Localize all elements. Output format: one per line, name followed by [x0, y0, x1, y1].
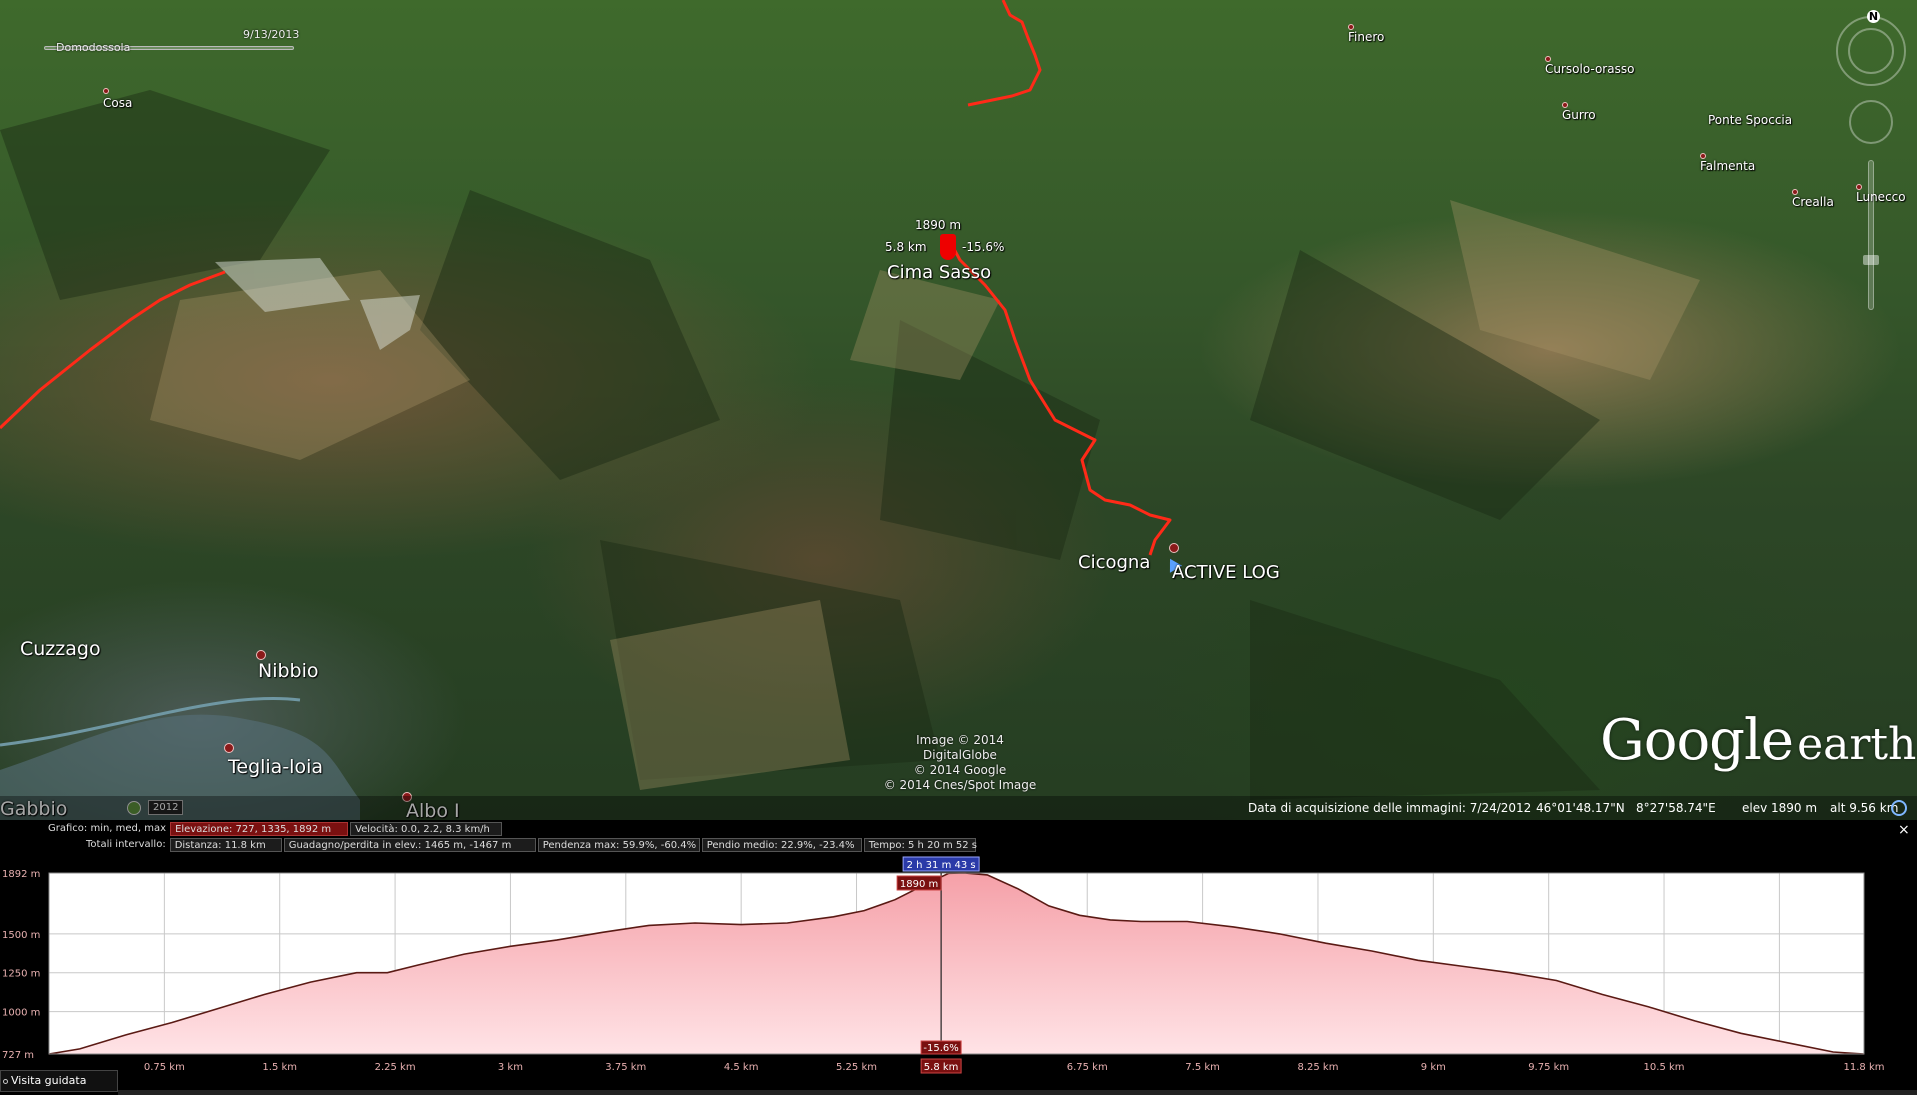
place-pin-icon	[1792, 189, 1798, 195]
place-pin-icon	[1545, 56, 1551, 62]
navigation-controls[interactable]: N	[1836, 10, 1908, 350]
place-cosa[interactable]: Cosa	[103, 88, 132, 110]
x-tick-label: 1.5 km	[262, 1062, 297, 1073]
x-tick-label: 9.75 km	[1528, 1062, 1569, 1073]
north-icon[interactable]: N	[1867, 10, 1880, 23]
y-tick-label: 727 m	[2, 1050, 34, 1061]
active-log-label[interactable]: ACTIVE LOG	[1172, 562, 1280, 583]
x-tick-label: 5.25 km	[836, 1062, 877, 1073]
x-tick-label: 3 km	[498, 1062, 523, 1073]
place-gurro[interactable]: Gurro	[1562, 102, 1596, 122]
y-tick-label: 1500 m	[2, 930, 40, 941]
look-joystick-inner[interactable]	[1848, 28, 1894, 74]
place-cuzzago[interactable]: Cuzzago	[20, 638, 101, 660]
longitude-readout: 8°27'58.74"E	[1636, 801, 1716, 815]
y-tick-label: 1250 m	[2, 969, 40, 980]
x-axis: 0.75 km 1.5 km 2.25 km 3 km 3.75 km 4.5 km 5.2…	[144, 1062, 1885, 1073]
place-falmenta[interactable]: Falmenta	[1700, 153, 1755, 173]
latitude-readout: 46°01'48.17"N	[1536, 801, 1625, 815]
place-finero[interactable]: Finero	[1348, 24, 1384, 44]
place-pin-icon	[1700, 153, 1706, 159]
distance-readout: 5.8 km	[885, 240, 927, 254]
place-pin-icon	[256, 650, 266, 660]
cursor-grade-label: -15.6%	[923, 1043, 958, 1054]
elevation-status: elev 1890 m	[1742, 801, 1818, 815]
x-tick-label: 0.75 km	[144, 1062, 185, 1073]
status-bar: Data di acquisizione delle immagini: 7/2…	[0, 796, 1917, 820]
place-nibbio[interactable]: Nibbio	[256, 650, 319, 682]
elevation-chart[interactable]: 1892 m 1500 m 1250 m 1000 m 727 m 0.75 km 1.5 …	[0, 820, 1917, 1095]
slider-location-label: Domodossola	[56, 41, 131, 54]
profile-scrollbar[interactable]	[118, 1090, 1917, 1095]
place-pin-icon	[224, 743, 234, 753]
zoom-slider-thumb[interactable]	[1863, 255, 1879, 265]
place-cima-sasso[interactable]: Cima Sasso	[887, 262, 991, 283]
x-tick-label: 8.25 km	[1297, 1062, 1338, 1073]
y-tick-label: 1000 m	[2, 1008, 40, 1019]
y-tick-label: 1892 m	[2, 869, 40, 880]
x-tick-label: 2.25 km	[375, 1062, 416, 1073]
place-cursolo-orasso[interactable]: Cursolo-orasso	[1545, 56, 1634, 76]
cursor-distance-label: 5.8 km	[924, 1062, 959, 1073]
streaming-indicator-icon	[1891, 800, 1907, 816]
place-crealla[interactable]: Crealla	[1792, 189, 1834, 209]
imagery-date: Data di acquisizione delle immagini: 7/2…	[1248, 801, 1532, 815]
x-tick-label: 7.5 km	[1185, 1062, 1220, 1073]
x-tick-label: 3.75 km	[605, 1062, 646, 1073]
map-view[interactable]: 9/13/2013 Domodossola Cosa Finero Cursol…	[0, 0, 1917, 820]
slider-date: 9/13/2013	[243, 28, 300, 41]
grade-readout: -15.6%	[962, 240, 1005, 254]
place-pin-icon	[103, 88, 109, 94]
place-teglia-loia[interactable]: Teglia-loia	[224, 743, 323, 778]
x-tick-label: 10.5 km	[1644, 1062, 1685, 1073]
place-pin-icon	[1562, 102, 1568, 108]
elevation-readout: 1890 m	[915, 218, 962, 232]
eye-altitude: alt 9.56 km	[1830, 801, 1899, 815]
guided-tour-button[interactable]: Visita guidata	[0, 1070, 118, 1092]
x-tick-label: 11.8 km	[1844, 1062, 1885, 1073]
x-tick-label: 6.75 km	[1067, 1062, 1108, 1073]
x-tick-label: 9 km	[1421, 1062, 1446, 1073]
google-earth-logo: Googleearth	[1600, 708, 1917, 773]
x-tick-label: 4.5 km	[724, 1062, 759, 1073]
zoom-slider[interactable]	[1868, 160, 1874, 310]
imagery-attribution: Image © 2014 DigitalGlobe © 2014 Google …	[883, 733, 1037, 792]
historical-imagery-slider[interactable]: 9/13/2013 Domodossola	[38, 28, 299, 54]
place-cicogna[interactable]: Cicogna	[1078, 552, 1150, 573]
place-pin-icon	[1348, 24, 1354, 30]
place-pin-icon	[1169, 543, 1179, 553]
move-joystick[interactable]	[1849, 100, 1893, 144]
cursor-time-label: 2 h 31 m 43 s	[907, 860, 976, 871]
elevation-profile-panel[interactable]: × Grafico: min, med, max Elevazione: 727…	[0, 820, 1917, 1095]
position-marker-icon	[940, 234, 956, 260]
place-ponte-spoccia[interactable]: Ponte Spoccia	[1708, 113, 1792, 127]
cursor-elevation-label: 1890 m	[900, 879, 938, 890]
terrain-render	[0, 0, 1700, 820]
tour-icon	[3, 1079, 8, 1084]
